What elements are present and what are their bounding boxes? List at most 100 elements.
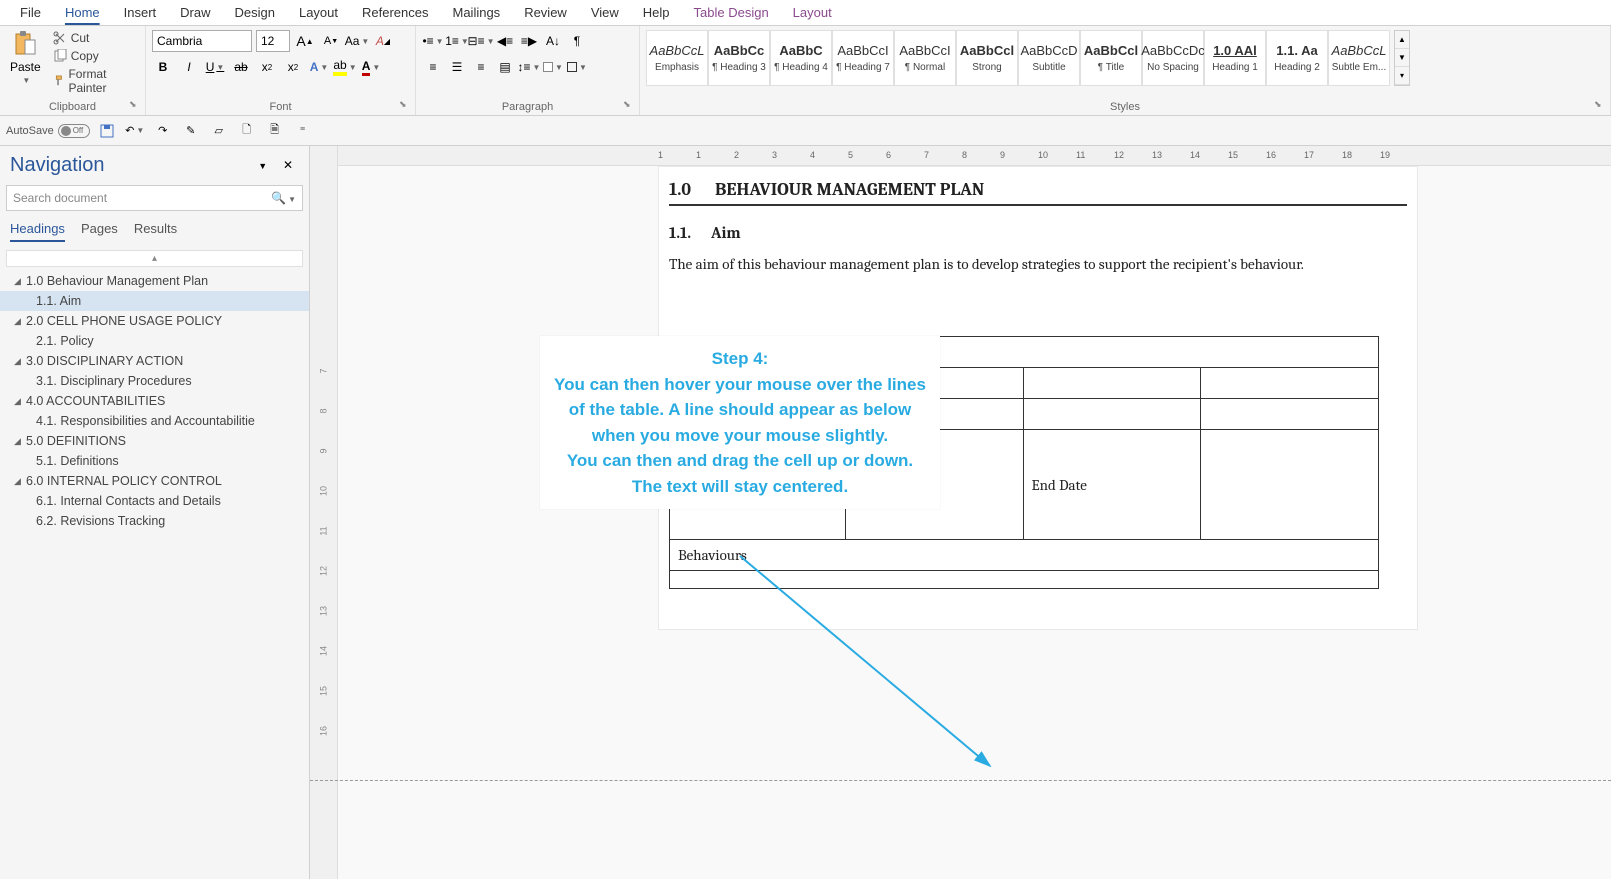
align-right-button[interactable]: ≡ [470, 56, 492, 78]
justify-button[interactable]: ▤ [494, 56, 516, 78]
font-launcher[interactable]: ⬊ [399, 99, 411, 111]
style-item[interactable]: AaBbCcDSubtitle [1018, 30, 1080, 86]
text-effects-button[interactable]: A▼ [308, 56, 330, 78]
qat-icon-7[interactable]: 🗎 [264, 120, 286, 142]
style-item[interactable]: AaBbCclStrong [956, 30, 1018, 86]
tab-file[interactable]: File [8, 1, 53, 24]
nav-subheading-item[interactable]: 2.1. Policy [0, 331, 309, 351]
nav-subheading-item[interactable]: 3.1. Disciplinary Procedures [0, 371, 309, 391]
style-item[interactable]: AaBbCcl¶ Title [1080, 30, 1142, 86]
tab-draw[interactable]: Draw [168, 1, 222, 24]
clear-formatting-button[interactable]: A◢ [372, 30, 394, 52]
style-item[interactable]: AaBbCcI¶ Normal [894, 30, 956, 86]
align-left-button[interactable]: ≡ [422, 56, 444, 78]
autosave-toggle[interactable]: AutoSave Off [6, 124, 90, 138]
qat-icon-4[interactable]: ✎ [180, 120, 202, 142]
styles-down-button[interactable]: ▼ [1395, 49, 1409, 67]
qat-icon-5[interactable]: ▱ [208, 120, 230, 142]
tab-mailings[interactable]: Mailings [441, 1, 513, 24]
align-center-button[interactable]: ☰ [446, 56, 468, 78]
tab-review[interactable]: Review [512, 1, 579, 24]
clipboard-launcher[interactable]: ⬊ [129, 99, 141, 111]
shrink-font-button[interactable]: A▼ [320, 30, 342, 52]
style-item[interactable]: AaBbCcDcNo Spacing [1142, 30, 1204, 86]
nav-heading-item[interactable]: ◢4.0 ACCOUNTABILITIES [0, 391, 309, 411]
decrease-indent-button[interactable]: ◀≡ [494, 30, 516, 52]
style-item[interactable]: AaBbCcLSubtle Em... [1328, 30, 1390, 86]
heading-1[interactable]: 1.0 BEHAVIOUR MANAGEMENT PLAN [669, 179, 1407, 206]
strikethrough-button[interactable]: ab [230, 56, 252, 78]
styles-more-button[interactable]: ▾ [1395, 67, 1409, 85]
tab-references[interactable]: References [350, 1, 440, 24]
style-item[interactable]: AaBbCcI¶ Heading 7 [832, 30, 894, 86]
nav-tab-pages[interactable]: Pages [81, 221, 118, 242]
search-input[interactable]: Search document 🔍▼ [6, 185, 303, 211]
subscript-button[interactable]: x2 [256, 56, 278, 78]
nav-heading-item[interactable]: ◢2.0 CELL PHONE USAGE POLICY [0, 311, 309, 331]
tab-view[interactable]: View [579, 1, 631, 24]
multilevel-button[interactable]: ⊟≡▼ [470, 30, 492, 52]
style-item[interactable]: AaBbC¶ Heading 4 [770, 30, 832, 86]
undo-button[interactable]: ↶▼ [124, 120, 146, 142]
nav-collapse-button[interactable]: ▴ [6, 250, 303, 267]
superscript-button[interactable]: x2 [282, 56, 304, 78]
underline-button[interactable]: U▼ [204, 56, 226, 78]
style-item[interactable]: AaBbCc¶ Heading 3 [708, 30, 770, 86]
heading-2[interactable]: 1.1. Aim [669, 224, 1407, 242]
cut-button[interactable]: Cut [49, 30, 139, 46]
nav-heading-item[interactable]: ◢3.0 DISCIPLINARY ACTION [0, 351, 309, 371]
nav-close-button[interactable]: ✕ [277, 154, 299, 176]
nav-subheading-item[interactable]: 5.1. Definitions [0, 451, 309, 471]
tab-insert[interactable]: Insert [112, 1, 169, 24]
cell-empty[interactable] [1201, 368, 1379, 399]
sort-button[interactable]: A↓ [542, 30, 564, 52]
bullets-button[interactable]: •≡▼ [422, 30, 444, 52]
borders-button[interactable]: ▼ [566, 56, 588, 78]
paste-button[interactable]: Paste ▼ [6, 30, 45, 85]
qat-icon-6[interactable]: 🗋 [236, 120, 258, 142]
styles-up-button[interactable]: ▲ [1395, 31, 1409, 49]
cell-empty[interactable] [1023, 368, 1201, 399]
nav-tab-results[interactable]: Results [134, 221, 177, 242]
tab-layout[interactable]: Layout [287, 1, 350, 24]
change-case-button[interactable]: Aa▼ [346, 30, 368, 52]
style-item[interactable]: 1.1. AaHeading 2 [1266, 30, 1328, 86]
redo-button[interactable]: ↷ [152, 120, 174, 142]
font-name-input[interactable] [152, 30, 252, 52]
nav-tab-headings[interactable]: Headings [10, 221, 65, 242]
style-item[interactable]: 1.0 AAlHeading 1 [1204, 30, 1266, 86]
font-size-input[interactable] [256, 30, 290, 52]
nav-subheading-item[interactable]: 6.1. Internal Contacts and Details [0, 491, 309, 511]
italic-button[interactable]: I [178, 56, 200, 78]
save-button[interactable] [96, 120, 118, 142]
qat-customize-button[interactable]: ⁼ [292, 120, 314, 142]
nav-subheading-item[interactable]: 1.1. Aim [0, 291, 309, 311]
line-spacing-button[interactable]: ↕≡▼ [518, 56, 540, 78]
highlight-button[interactable]: ab▼ [334, 56, 356, 78]
show-marks-button[interactable]: ¶ [566, 30, 588, 52]
nav-heading-item[interactable]: ◢5.0 DEFINITIONS [0, 431, 309, 451]
styles-scroll[interactable]: ▲ ▼ ▾ [1394, 30, 1410, 86]
nav-subheading-item[interactable]: 4.1. Responsibilities and Accountabiliti… [0, 411, 309, 431]
increase-indent-button[interactable]: ≡▶ [518, 30, 540, 52]
style-item[interactable]: AaBbCcLEmphasis [646, 30, 708, 86]
vertical-ruler[interactable]: 78910111213141516 [310, 146, 338, 879]
tab-home[interactable]: Home [53, 1, 112, 24]
grow-font-button[interactable]: A▲ [294, 30, 316, 52]
body-paragraph[interactable]: The aim of this behaviour management pla… [669, 252, 1407, 276]
copy-button[interactable]: Copy [49, 48, 139, 64]
nav-subheading-item[interactable]: 6.2. Revisions Tracking [0, 511, 309, 531]
tab-table-design[interactable]: Table Design [682, 1, 781, 24]
shading-button[interactable]: ▼ [542, 56, 564, 78]
tab-help[interactable]: Help [631, 1, 682, 24]
cell-empty[interactable] [1201, 399, 1379, 430]
bold-button[interactable]: B [152, 56, 174, 78]
styles-launcher[interactable]: ⬊ [1594, 99, 1606, 111]
font-color-button[interactable]: A▼ [360, 56, 382, 78]
tab-design[interactable]: Design [223, 1, 287, 24]
cell-empty[interactable] [1023, 399, 1201, 430]
nav-dropdown-button[interactable]: ▼ [252, 155, 274, 177]
format-painter-button[interactable]: Format Painter [49, 66, 139, 96]
tab-context-layout[interactable]: Layout [781, 1, 844, 24]
paragraph-launcher[interactable]: ⬊ [623, 99, 635, 111]
